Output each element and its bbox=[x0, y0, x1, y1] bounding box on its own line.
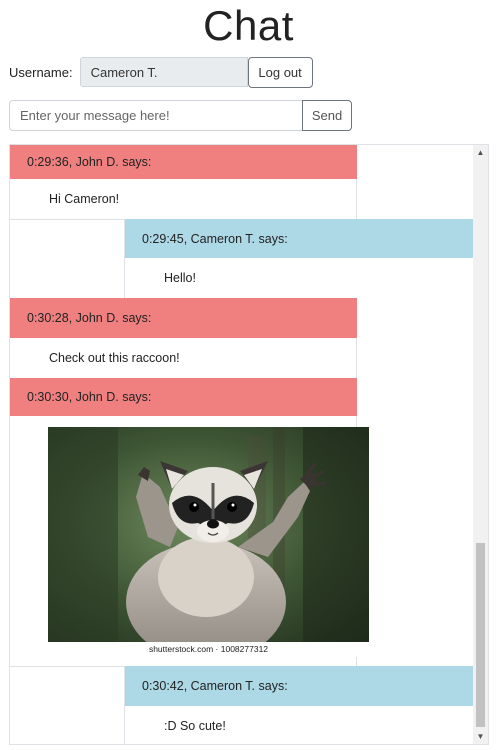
message-body: Hi Cameron! bbox=[10, 179, 357, 219]
image-caption: shutterstock.com · 1008277312 bbox=[48, 642, 369, 657]
page-title: Chat bbox=[203, 2, 294, 49]
message-header: 0:29:36, John D. says: bbox=[10, 145, 357, 179]
send-button[interactable]: Send bbox=[302, 100, 352, 131]
message-body: Check out this raccoon! bbox=[10, 338, 357, 378]
message-body: Hello! bbox=[125, 258, 474, 298]
message-header: 0:29:45, Cameron T. says: bbox=[125, 219, 474, 258]
message-header: 0:30:42, Cameron T. says: bbox=[125, 666, 474, 706]
username-label: Username: bbox=[9, 64, 73, 80]
username-field: Cameron T. bbox=[79, 57, 248, 87]
raccoon-photo bbox=[48, 427, 369, 662]
raccoon-image: shutterstock.com · 1008277312 bbox=[48, 427, 369, 662]
scroll-up-icon[interactable]: ▲ bbox=[473, 145, 488, 160]
scrollbar-thumb[interactable] bbox=[476, 543, 485, 727]
message-indent-spacer bbox=[10, 666, 125, 744]
message-header: 0:30:30, John D. says: bbox=[10, 378, 357, 416]
chat-log[interactable]: 0:29:36, John D. says: Hi Cameron! 0:29:… bbox=[9, 144, 489, 745]
message-header: 0:30:28, John D. says: bbox=[10, 298, 357, 338]
message-body: :D So cute! bbox=[125, 706, 474, 744]
username-row: Username: Cameron T. Log out bbox=[9, 56, 313, 88]
scroll-down-icon[interactable]: ▼ bbox=[473, 729, 488, 744]
message-input[interactable]: Enter your message here! bbox=[9, 100, 303, 131]
chat-scrollbar[interactable]: ▲ ▼ bbox=[473, 145, 488, 744]
logout-button[interactable]: Log out bbox=[247, 56, 313, 88]
message-indent-spacer bbox=[10, 219, 125, 298]
composer-row: Enter your message here! Send bbox=[9, 100, 352, 131]
